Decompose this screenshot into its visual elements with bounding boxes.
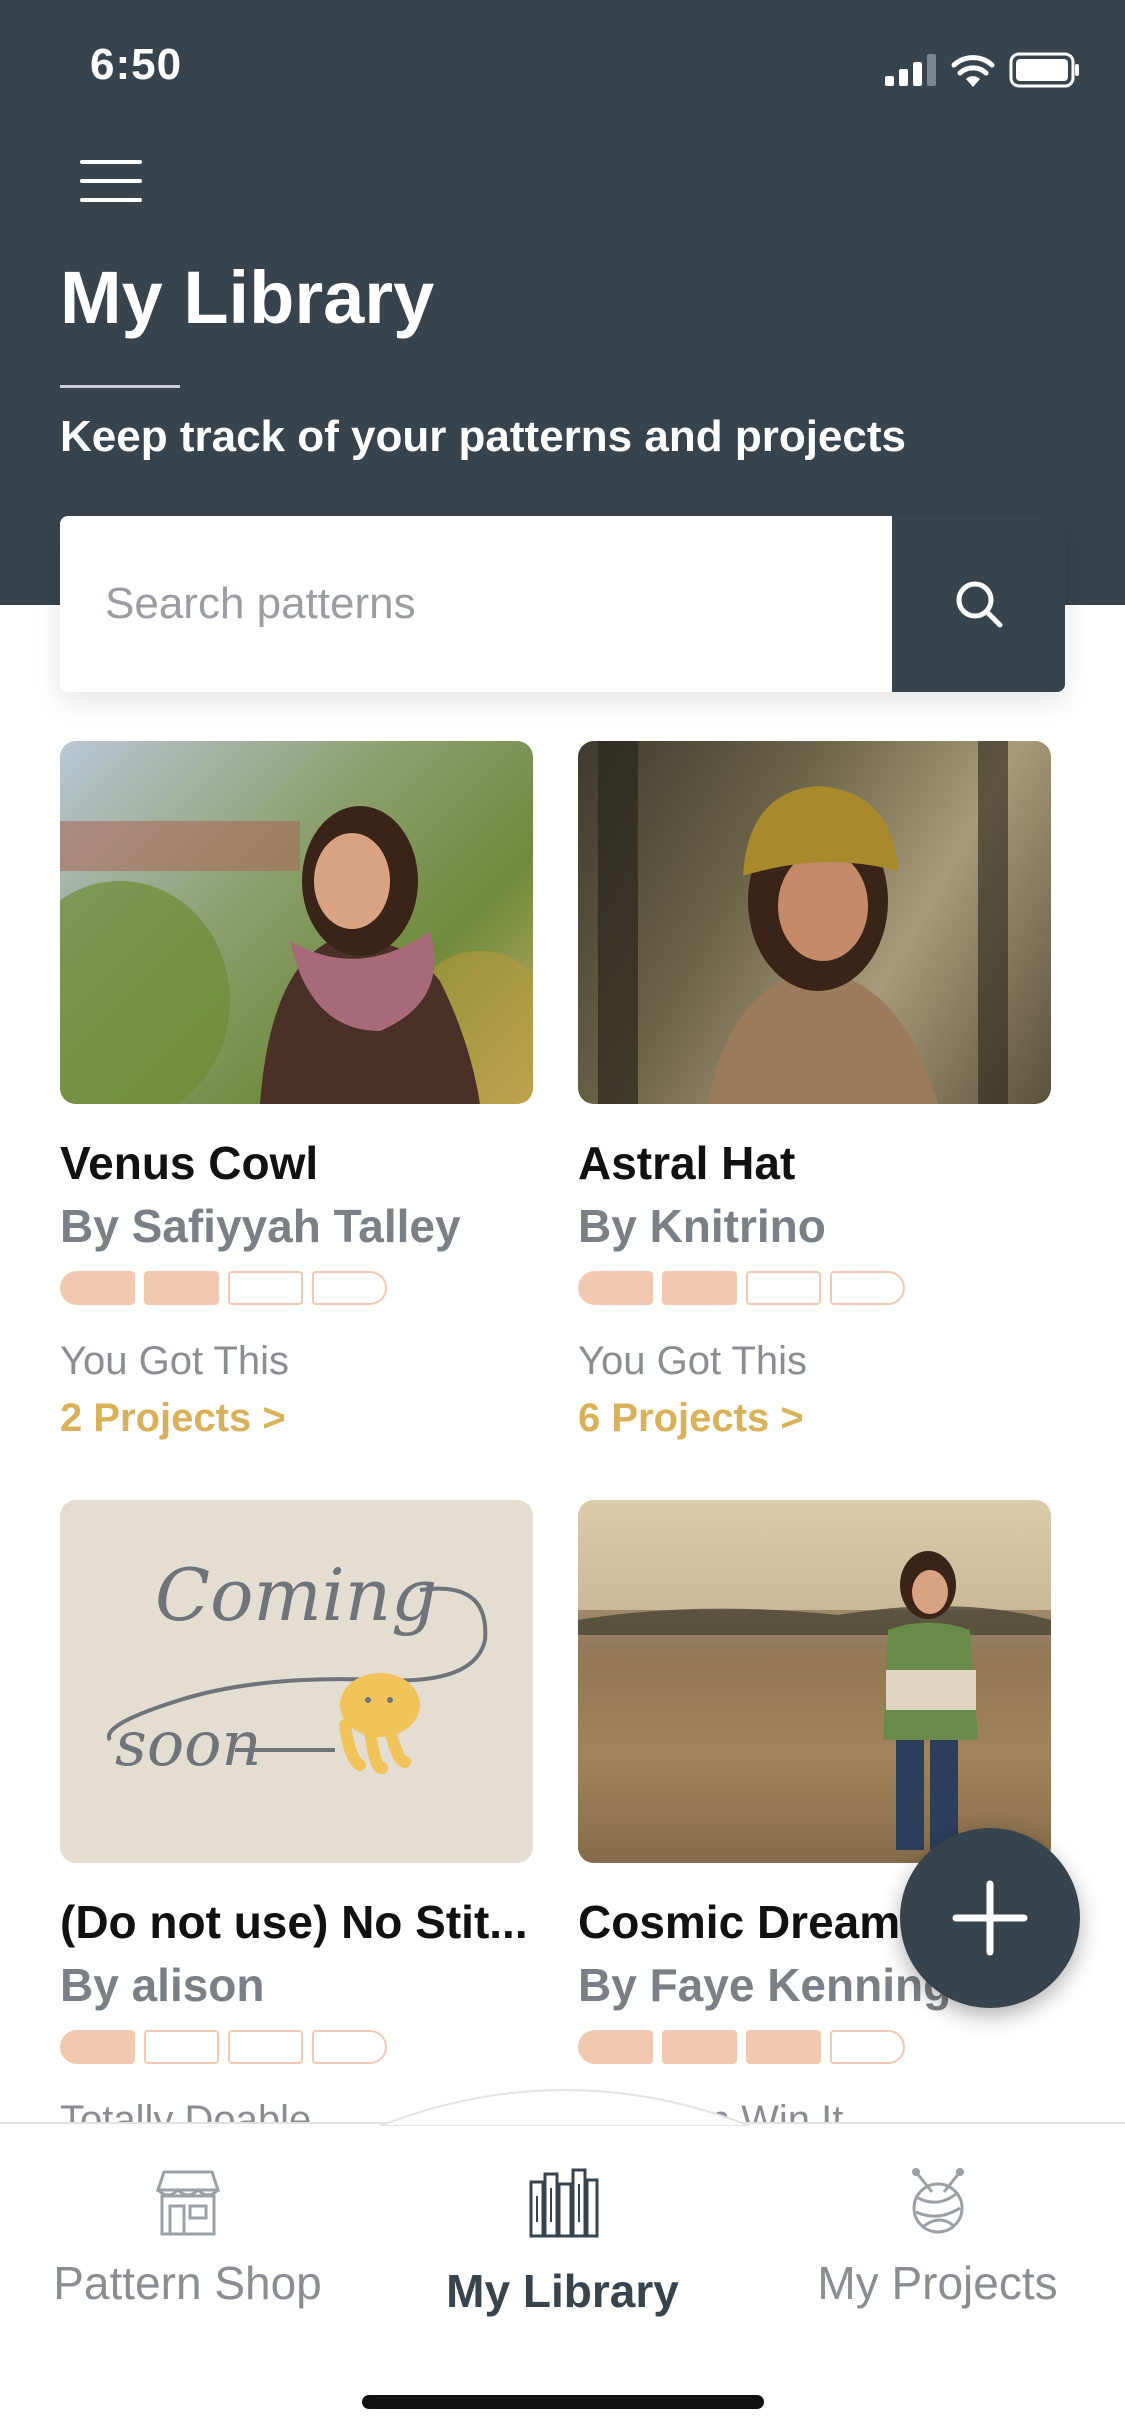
- search-input[interactable]: [60, 516, 892, 692]
- difficulty-meter: [60, 1271, 387, 1305]
- pattern-author: By alison: [60, 1959, 265, 2011]
- tab-label: My Projects: [817, 2257, 1058, 2309]
- pattern-photo[interactable]: [578, 1500, 1051, 1863]
- search-bar: [60, 516, 1065, 692]
- pattern-title: Cosmic Dreamer: [578, 1896, 944, 1948]
- pattern-title: (Do not use) No Stit...: [60, 1896, 528, 1948]
- yarn-ball-icon: [911, 2168, 964, 2234]
- pattern-card[interactable]: Cosmic Dreamer By Faye Kennington You Ca…: [578, 1500, 1051, 2142]
- difficulty-meter: [60, 2030, 387, 2064]
- tab-label: My Library: [446, 2265, 679, 2317]
- plus-icon: [952, 1880, 1028, 1956]
- pattern-author: By Safiyyah Talley: [60, 1200, 461, 1252]
- status-icons: [885, 48, 1081, 92]
- active-tab-notch: [380, 2089, 750, 2126]
- pattern-photo[interactable]: [578, 741, 1051, 1104]
- soon-text: soon: [115, 1707, 261, 1780]
- coming-text: Coming: [155, 1553, 437, 1637]
- wifi-icon: [951, 55, 995, 87]
- tab-pattern-shop[interactable]: Pattern Shop: [0, 2162, 375, 2362]
- tab-my-projects[interactable]: My Projects: [750, 2162, 1125, 2362]
- page-title: My Library: [60, 256, 435, 339]
- home-indicator: [362, 2395, 764, 2409]
- hamburger-menu-icon[interactable]: [80, 160, 142, 208]
- tab-my-library[interactable]: My Library: [375, 2162, 750, 2362]
- page-subtitle: Keep track of your patterns and projects: [60, 412, 906, 461]
- difficulty-meter: [578, 1271, 905, 1305]
- projects-link[interactable]: 2 Projects >: [60, 1396, 286, 1441]
- add-pattern-button[interactable]: [900, 1828, 1080, 2008]
- search-button[interactable]: [892, 516, 1065, 692]
- header: 6:50 My Library Keep track of your patte…: [0, 0, 1125, 605]
- difficulty-label: You Got This: [578, 1339, 808, 1383]
- pattern-photo[interactable]: [60, 741, 533, 1104]
- shop-icon: [155, 2170, 220, 2236]
- projects-link[interactable]: 6 Projects >: [578, 1396, 804, 1441]
- coming-soon-image[interactable]: Coming soon: [60, 1500, 533, 1863]
- pattern-title: Venus Cowl: [60, 1137, 319, 1189]
- tab-label: Pattern Shop: [53, 2257, 322, 2309]
- pattern-card[interactable]: Astral Hat By Knitrino You Got This 6 Pr…: [578, 741, 1051, 1440]
- search-icon: [956, 581, 1002, 628]
- title-divider: [60, 385, 180, 388]
- signal-icon: [885, 54, 936, 86]
- pattern-title: Astral Hat: [578, 1137, 796, 1189]
- pattern-card[interactable]: Coming soon (Do not use) No Stit... By a…: [60, 1500, 533, 2142]
- status-time: 6:50: [90, 40, 183, 89]
- difficulty-meter: [578, 2030, 905, 2064]
- books-icon: [529, 2168, 598, 2238]
- status-bar: 6:50: [0, 0, 1125, 140]
- bottom-tab-bar: Pattern Shop My Library My Projects: [0, 2089, 1125, 2436]
- pattern-author: By Knitrino: [578, 1200, 826, 1252]
- battery-icon: [1009, 52, 1079, 88]
- pattern-card[interactable]: Venus Cowl By Safiyyah Talley You Got Th…: [60, 741, 533, 1440]
- difficulty-label: You Got This: [60, 1339, 290, 1383]
